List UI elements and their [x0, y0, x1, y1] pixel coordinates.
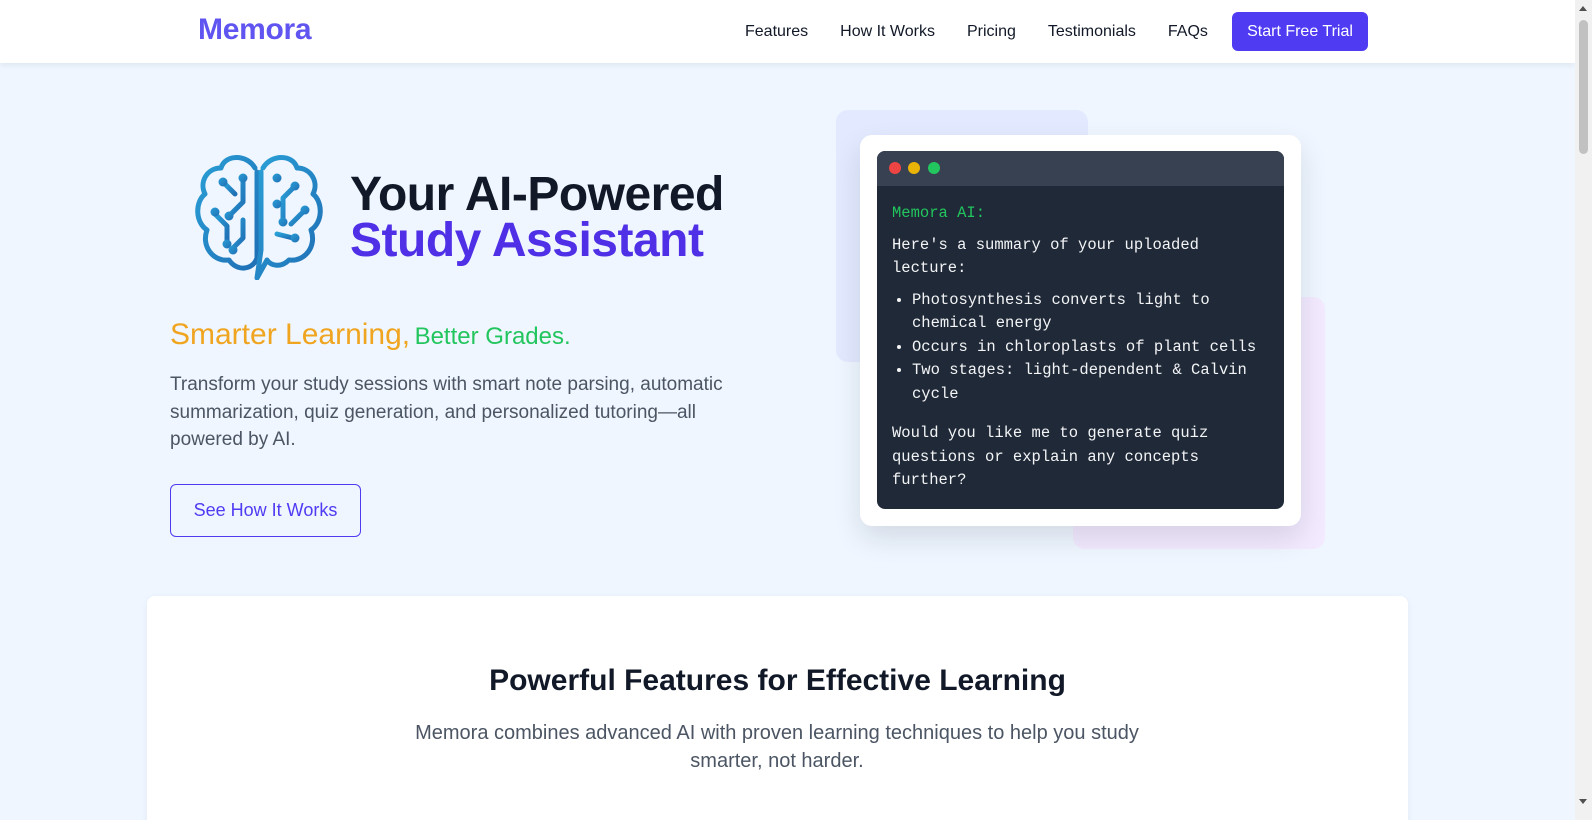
page-scrollbar[interactable]: [1575, 0, 1592, 820]
window-maximize-dot-icon: [928, 162, 940, 174]
list-item: Photosynthesis converts light to chemica…: [912, 289, 1269, 336]
window-minimize-dot-icon: [908, 162, 920, 174]
nav-link-pricing[interactable]: Pricing: [967, 23, 1016, 41]
chat-speaker-label: Memora AI:: [892, 204, 986, 222]
start-free-trial-button[interactable]: Start Free Trial: [1232, 12, 1368, 51]
chat-intro-text: Here's a summary of your uploaded lectur…: [892, 235, 1199, 278]
scroll-up-arrow-icon[interactable]: [1579, 6, 1587, 11]
tagline-smarter-learning: Smarter Learning,: [170, 318, 411, 351]
chat-message: Memora AI: Here's a summary of your uplo…: [877, 186, 1284, 509]
features-section: Powerful Features for Effective Learning…: [147, 596, 1408, 820]
nav-link-faqs[interactable]: FAQs: [1168, 23, 1208, 41]
main-nav: Features How It Works Pricing Testimonia…: [745, 0, 1240, 63]
nav-link-features[interactable]: Features: [745, 23, 808, 41]
brain-circuit-icon: [195, 155, 323, 280]
chat-terminal-window: Memora AI: Here's a summary of your uplo…: [877, 151, 1284, 509]
page-viewport: Memora Features How It Works Pricing Tes…: [0, 0, 1575, 820]
window-close-dot-icon: [889, 162, 901, 174]
see-how-it-works-button[interactable]: See How It Works: [170, 484, 361, 537]
tagline-better-grades: Better Grades.: [414, 323, 571, 350]
features-subheading: Memora combines advanced AI with proven …: [415, 722, 1139, 772]
brand-logo[interactable]: Memora: [198, 13, 312, 47]
list-item: Two stages: light-dependent & Calvin cyc…: [912, 359, 1269, 406]
site-header: Memora Features How It Works Pricing Tes…: [0, 0, 1575, 63]
hero-tagline: Smarter Learning, Better Grades.: [170, 318, 571, 352]
nav-link-testimonials[interactable]: Testimonials: [1048, 23, 1136, 41]
scrollbar-thumb[interactable]: [1579, 20, 1588, 154]
hero-description: Transform your study sessions with smart…: [170, 374, 723, 450]
list-item: Occurs in chloroplasts of plant cells: [912, 336, 1269, 360]
chat-preview-card: Memora AI: Here's a summary of your uplo…: [860, 135, 1301, 526]
window-titlebar: [877, 151, 1284, 186]
chat-summary-list: Photosynthesis converts light to chemica…: [892, 289, 1269, 407]
nav-link-how-it-works[interactable]: How It Works: [840, 23, 935, 41]
hero-title: Your AI-Powered Study Assistant: [350, 171, 724, 267]
chat-followup-text: Would you like me to generate quiz quest…: [892, 424, 1209, 489]
scroll-down-arrow-icon[interactable]: [1579, 799, 1587, 804]
hero-title-line-2: Study Assistant: [350, 214, 704, 267]
features-heading: Powerful Features for Effective Learning: [489, 664, 1066, 697]
